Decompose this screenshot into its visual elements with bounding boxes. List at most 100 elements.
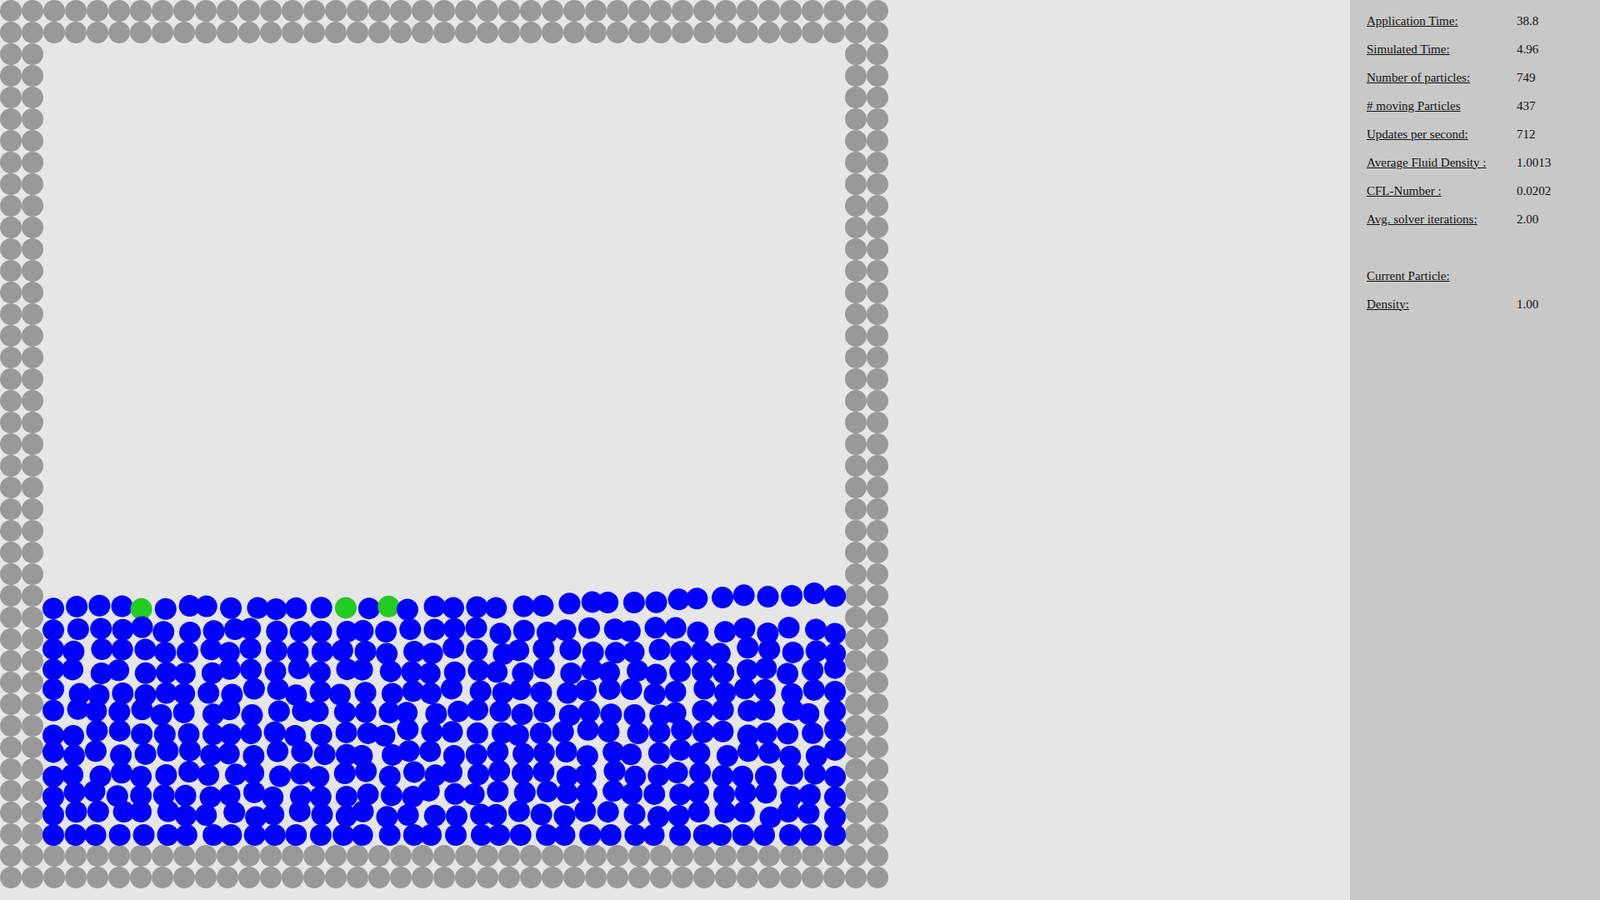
fluid-particle[interactable] <box>530 722 552 745</box>
fluid-particle[interactable] <box>445 805 468 827</box>
fluid-particle[interactable] <box>42 804 65 826</box>
fluid-particle[interactable] <box>688 742 710 765</box>
fluid-particle[interactable] <box>445 824 467 846</box>
fluid-particle[interactable] <box>755 722 778 745</box>
fluid-particle[interactable] <box>670 739 692 761</box>
fluid-particle[interactable] <box>733 800 755 823</box>
fluid-particle[interactable] <box>716 745 739 767</box>
fluid-particle[interactable] <box>664 680 686 703</box>
fluid-particle[interactable] <box>108 700 130 723</box>
fluid-particle[interactable] <box>396 718 419 740</box>
fluid-particle[interactable] <box>554 805 576 827</box>
fluid-particle[interactable] <box>507 724 530 746</box>
fluid-particle[interactable] <box>175 785 197 807</box>
fluid-particle[interactable] <box>824 739 846 761</box>
fluid-particle[interactable] <box>463 783 485 805</box>
fluid-particle[interactable] <box>578 617 600 640</box>
fluid-particle[interactable] <box>265 640 288 662</box>
fluid-particle[interactable] <box>377 595 400 618</box>
fluid-particle[interactable] <box>603 760 625 782</box>
fluid-particle[interactable] <box>714 620 736 643</box>
fluid-particle[interactable] <box>467 763 490 785</box>
fluid-particle[interactable] <box>155 598 177 620</box>
fluid-particle[interactable] <box>218 698 240 720</box>
fluid-particle[interactable] <box>624 824 646 846</box>
fluid-particle[interactable] <box>797 703 820 725</box>
fluid-particle[interactable] <box>645 616 667 639</box>
fluid-particle[interactable] <box>419 740 441 762</box>
fluid-particle[interactable] <box>285 597 307 620</box>
fluid-particle[interactable] <box>688 800 710 823</box>
fluid-particle[interactable] <box>355 760 377 782</box>
fluid-particle[interactable] <box>512 595 535 618</box>
fluid-particle[interactable] <box>778 616 800 639</box>
fluid-particle[interactable] <box>85 720 108 742</box>
fluid-particle[interactable] <box>443 618 465 640</box>
fluid-particle[interactable] <box>264 721 286 744</box>
fluid-particle[interactable] <box>156 824 179 846</box>
fluid-particle[interactable] <box>42 619 65 641</box>
fluid-particle[interactable] <box>265 620 288 643</box>
fluid-particle[interactable] <box>62 725 85 747</box>
fluid-particle[interactable] <box>622 640 645 663</box>
fluid-particle[interactable] <box>801 722 824 745</box>
fluid-particle[interactable] <box>624 803 646 825</box>
fluid-particle[interactable] <box>109 824 131 846</box>
fluid-particle[interactable] <box>575 679 597 701</box>
fluid-particle[interactable] <box>755 657 777 680</box>
fluid-particle[interactable] <box>65 800 87 823</box>
fluid-particle[interactable] <box>648 721 670 744</box>
fluid-particle[interactable] <box>266 740 289 763</box>
fluid-particle[interactable] <box>244 824 266 846</box>
fluid-particle[interactable] <box>824 765 846 788</box>
fluid-particle[interactable] <box>776 662 799 685</box>
fluid-particle[interactable] <box>243 781 265 804</box>
fluid-particle[interactable] <box>712 699 735 721</box>
fluid-particle[interactable] <box>754 679 776 701</box>
fluid-particle[interactable] <box>599 678 621 700</box>
fluid-particle[interactable] <box>440 677 463 700</box>
fluid-particle[interactable] <box>735 781 757 804</box>
fluid-particle[interactable] <box>381 682 404 705</box>
fluid-particle[interactable] <box>667 805 690 827</box>
fluid-particle[interactable] <box>173 701 195 724</box>
fluid-particle[interactable] <box>736 636 759 659</box>
fluid-particle[interactable] <box>220 824 242 846</box>
fluid-particle[interactable] <box>559 638 581 660</box>
fluid-particle[interactable] <box>218 742 240 765</box>
fluid-particle[interactable] <box>804 763 826 785</box>
fluid-particle[interactable] <box>131 616 154 639</box>
fluid-particle[interactable] <box>310 824 332 846</box>
fluid-particle[interactable] <box>670 640 692 663</box>
fluid-particle[interactable] <box>669 824 691 846</box>
fluid-particle[interactable] <box>737 740 760 762</box>
fluid-particle[interactable] <box>465 596 488 619</box>
fluid-particle[interactable] <box>420 720 443 743</box>
fluid-particle[interactable] <box>83 780 105 803</box>
fluid-particle[interactable] <box>110 595 133 618</box>
fluid-particle[interactable] <box>219 658 241 680</box>
fluid-particle[interactable] <box>310 680 332 703</box>
fluid-particle[interactable] <box>334 762 356 785</box>
fluid-particle[interactable] <box>709 642 731 665</box>
fluid-particle[interactable] <box>85 700 107 722</box>
fluid-particle[interactable] <box>179 740 201 762</box>
fluid-particle[interactable] <box>757 585 780 608</box>
fluid-particle[interactable] <box>178 760 200 783</box>
fluid-particle[interactable] <box>269 765 291 788</box>
fluid-particle[interactable] <box>352 800 375 823</box>
fluid-particle[interactable] <box>239 618 261 640</box>
fluid-particle[interactable] <box>419 662 441 685</box>
fluid-particle[interactable] <box>687 781 710 804</box>
fluid-particle[interactable] <box>134 638 156 660</box>
fluid-particle[interactable] <box>558 592 580 615</box>
fluid-particle[interactable] <box>507 639 530 661</box>
fluid-particle[interactable] <box>466 722 489 745</box>
fluid-particle[interactable] <box>173 683 195 705</box>
fluid-particle[interactable] <box>309 661 331 684</box>
fluid-particle[interactable] <box>195 595 218 618</box>
fluid-particle[interactable] <box>511 703 534 725</box>
fluid-particle[interactable] <box>560 662 582 685</box>
fluid-particle[interactable] <box>577 719 600 741</box>
fluid-particle[interactable] <box>512 743 535 765</box>
